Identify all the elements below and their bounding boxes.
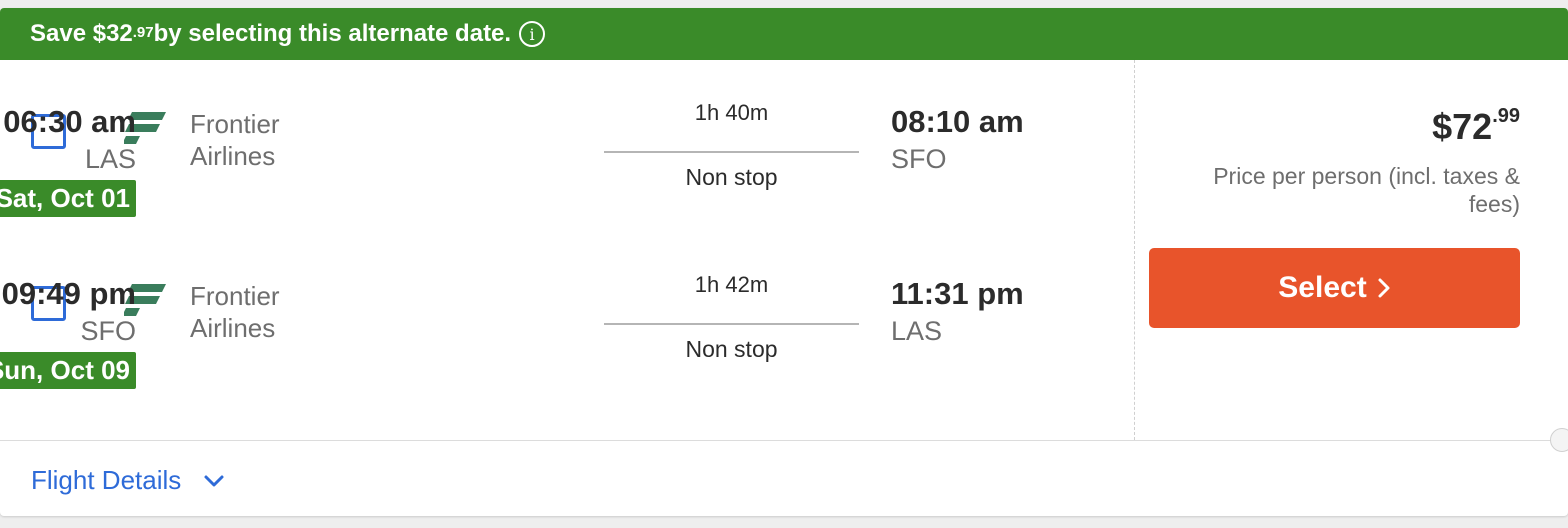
price-divider	[1134, 60, 1135, 440]
departure-time: 06:30 am	[3, 104, 136, 139]
price-note: Price per person (incl. taxes & fees)	[1213, 163, 1520, 217]
departure-airport: SFO	[80, 316, 136, 346]
airline-name-line2: Airlines	[190, 141, 276, 171]
flight-details-label: Flight Details	[31, 465, 182, 495]
info-icon[interactable]: i	[519, 21, 546, 47]
scroll-handle[interactable]	[1550, 428, 1568, 452]
airline-name-line2: Airlines	[190, 313, 276, 343]
arrival-airport: SFO	[891, 144, 947, 174]
savings-cents: .97	[132, 23, 154, 41]
arrival-time: 11:31 pm	[891, 276, 1024, 311]
departure-airport: LAS	[84, 144, 136, 174]
airline-name-line1: Frontier	[190, 109, 280, 139]
airline-name-line1: Frontier	[190, 281, 280, 311]
savings-text-prefix: Save $32	[30, 20, 133, 47]
select-button-label: Select	[1278, 271, 1367, 304]
airline-name: Frontier Airlines	[190, 280, 330, 344]
flight-duration: 1h 42m	[694, 272, 769, 297]
date-badge: Sun, Oct 09	[0, 352, 136, 389]
price-dollars: $72	[1432, 106, 1493, 147]
arrival-time: 08:10 am	[891, 104, 1024, 139]
arrival-airport: LAS	[891, 316, 943, 346]
savings-text-suffix: by selecting this alternate date.	[153, 20, 512, 47]
price: $72.99	[1432, 105, 1520, 148]
flight-row-return: Frontier Airlines 09:49 pm SFO Sun, Oct …	[0, 232, 1134, 389]
savings-banner: Save $32.97 by selecting this alternate …	[0, 8, 1568, 60]
select-button[interactable]: Select	[1149, 248, 1520, 328]
flight-row-outbound: Frontier Airlines 06:30 am LAS Sat, Oct …	[0, 60, 1134, 217]
flight-details-toggle[interactable]: Flight Details	[31, 465, 225, 496]
stops-label: Non stop	[685, 164, 778, 190]
price-cents: .99	[1492, 105, 1520, 127]
flight-duration: 1h 40m	[694, 100, 769, 125]
chevron-down-icon	[203, 474, 225, 488]
stops-label: Non stop	[685, 336, 778, 362]
route-line	[604, 323, 859, 325]
airline-name: Frontier Airlines	[190, 108, 330, 172]
date-badge: Sat, Oct 01	[0, 180, 136, 217]
flight-result-card: Save $32.97 by selecting this alternate …	[0, 8, 1568, 516]
details-divider	[0, 440, 1568, 441]
route-line	[604, 151, 859, 153]
chevron-right-icon	[1377, 277, 1391, 299]
departure-time: 09:49 pm	[1, 276, 136, 311]
